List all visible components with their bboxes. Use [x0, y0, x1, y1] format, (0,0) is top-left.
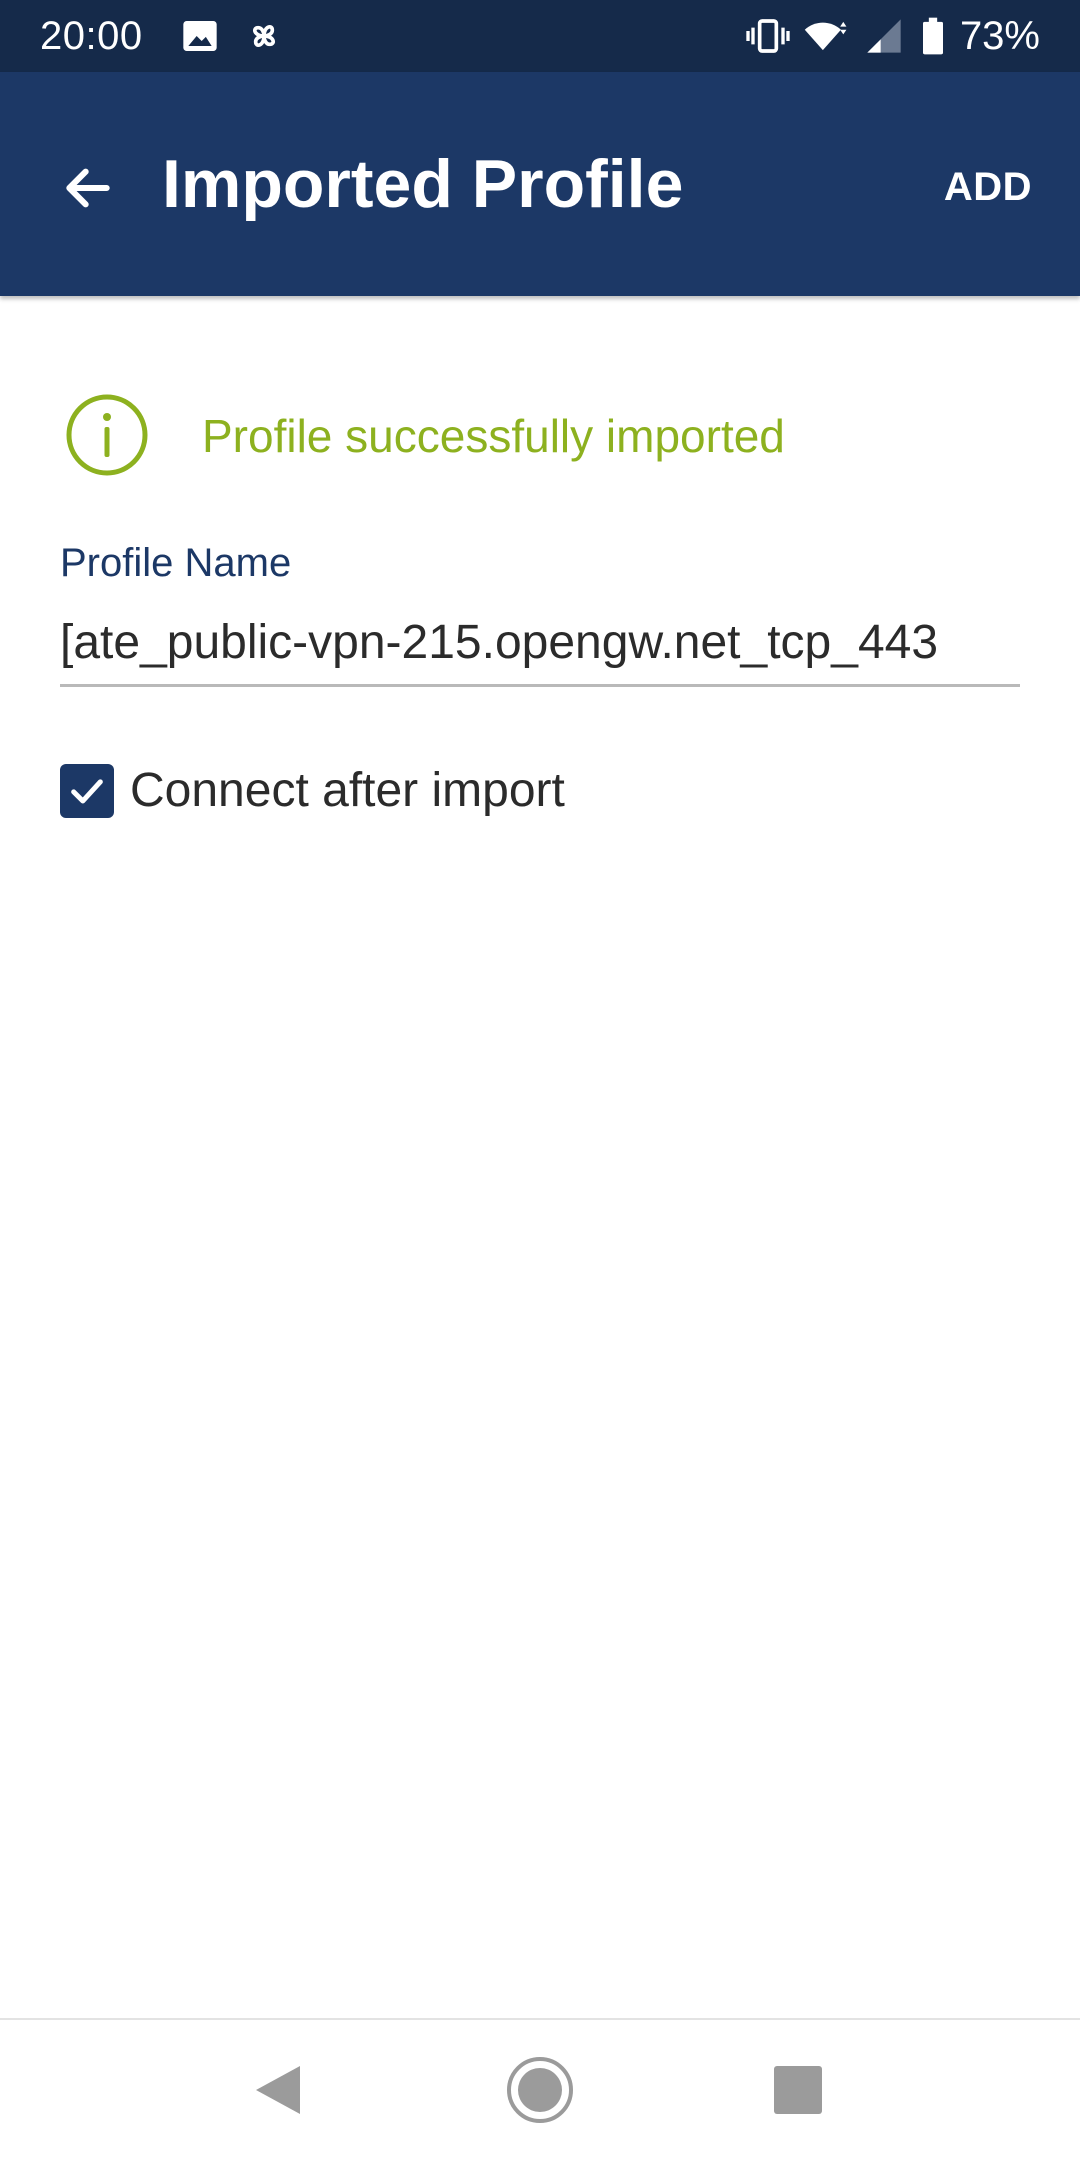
system-nav-bar [0, 2018, 1080, 2162]
profile-name-input[interactable] [60, 604, 1006, 680]
nav-back-icon[interactable] [240, 2050, 320, 2130]
connect-after-import-row[interactable]: Connect after import [60, 762, 565, 820]
app-bar: Imported Profile ADD [0, 72, 1080, 296]
import-success-notice: Profile successfully imported [66, 394, 1026, 478]
page-title: Imported Profile [162, 146, 684, 222]
notice-text: Profile successfully imported [202, 410, 785, 462]
status-time: 20:00 [40, 14, 143, 58]
vibrate-icon [746, 19, 790, 53]
status-bar: 20:00 73% [0, 0, 1080, 72]
checkmark-icon [71, 779, 103, 804]
nav-home-icon[interactable] [500, 2050, 580, 2130]
connect-after-import-label: Connect after import [130, 764, 565, 817]
battery-icon [922, 17, 943, 55]
signal-icon [867, 19, 901, 53]
add-button[interactable]: ADD [932, 152, 1044, 222]
pinwheel-icon [253, 25, 275, 47]
connect-after-import-checkbox[interactable] [60, 764, 114, 818]
nav-recents-icon[interactable] [758, 2050, 838, 2130]
image-icon [183, 21, 217, 51]
back-button[interactable] [40, 152, 136, 224]
info-icon [66, 394, 148, 476]
profile-name-label: Profile Name [60, 541, 292, 585]
battery-percent: 73% [959, 14, 1040, 58]
wifi-icon [804, 21, 847, 51]
arrow-left-icon [66, 168, 110, 208]
profile-name-field [60, 604, 1020, 687]
status-icons: 73% [746, 10, 1040, 62]
